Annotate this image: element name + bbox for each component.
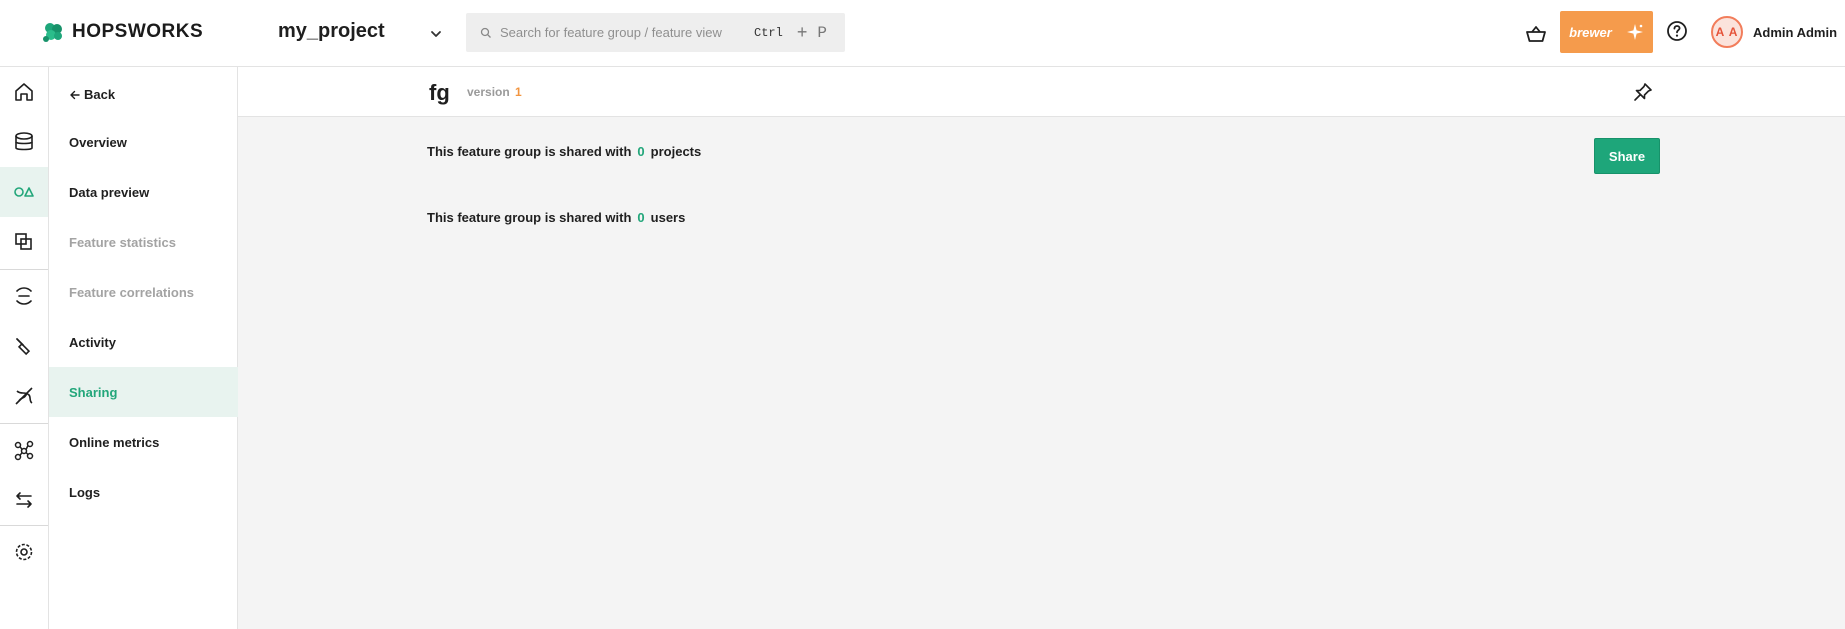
nav-item-sharing[interactable]: Sharing <box>49 367 238 417</box>
database-icon <box>15 132 33 151</box>
nav-item-feature-correlations: Feature correlations <box>69 284 194 300</box>
models-icon <box>15 387 33 405</box>
nav-item-activity[interactable]: Activity <box>49 317 238 367</box>
rail-feature-views[interactable] <box>0 217 48 267</box>
nav-item-data-preview[interactable]: Data preview <box>49 167 238 217</box>
hopsworks-logo-icon <box>43 23 62 42</box>
back-label: Back <box>84 87 116 102</box>
project-name[interactable]: my_project <box>278 20 385 43</box>
rail-feature-store[interactable] <box>0 167 48 217</box>
feature-views-icon <box>15 233 32 250</box>
projects-share-prefix: This feature group is shared with <box>427 144 632 159</box>
graph-icon <box>14 440 34 461</box>
main-content: fg version 1 This feature group is share… <box>238 67 1845 629</box>
pin-icon[interactable] <box>1632 81 1654 103</box>
version-label: version <box>467 85 510 99</box>
settings-icon <box>15 543 33 561</box>
user-name[interactable]: Admin Admin <box>1753 25 1837 40</box>
users-share-prefix: This feature group is shared with <box>427 210 632 225</box>
share-button[interactable]: Share <box>1594 138 1660 174</box>
projects-share-summary: This feature group is shared with 0 proj… <box>427 144 701 159</box>
shortcut-ctrl: Ctrl <box>754 25 783 40</box>
users-share-count: 0 <box>637 210 645 225</box>
nav-item-logs[interactable]: Logs <box>49 467 238 517</box>
search-input[interactable] <box>500 25 750 40</box>
nav-item-feature-statistics: Feature statistics <box>69 234 176 250</box>
chevron-down-icon[interactable] <box>426 24 446 44</box>
nav-item-overview[interactable]: Overview <box>49 117 238 167</box>
rail-settings[interactable] <box>0 527 48 577</box>
back-button[interactable]: Back <box>69 87 115 102</box>
tools-icon <box>16 338 31 356</box>
rail-tools[interactable] <box>0 321 48 371</box>
rail-home[interactable] <box>0 67 48 117</box>
logo-text: HOPSWORKS <box>72 21 204 42</box>
rail-graph[interactable] <box>0 425 48 475</box>
feature-store-icon <box>14 187 34 197</box>
rail-pipelines[interactable] <box>0 271 48 321</box>
users-share-suffix: users <box>650 210 686 225</box>
avatar[interactable]: A A <box>1711 16 1743 48</box>
basket-icon[interactable] <box>1525 24 1547 44</box>
home-icon <box>15 83 33 101</box>
rail-transfer[interactable] <box>0 475 48 525</box>
icon-rail <box>0 67 49 629</box>
transfer-icon <box>16 492 32 508</box>
feature-group-nav: Back Overview Data preview Feature stati… <box>49 67 238 629</box>
nav-item-online-metrics[interactable]: Online metrics <box>49 417 238 467</box>
help-icon[interactable] <box>1666 20 1688 42</box>
pipelines-icon <box>16 287 32 305</box>
search-icon <box>480 27 491 38</box>
users-share-summary: This feature group is shared with 0 user… <box>427 210 685 225</box>
feature-group-header: fg version 1 <box>238 67 1845 117</box>
projects-share-suffix: projects <box>650 144 702 159</box>
hopsworks-logo[interactable]: HOPSWORKS <box>40 19 203 45</box>
version-number[interactable]: 1 <box>515 85 522 99</box>
rail-models[interactable] <box>0 371 48 421</box>
rail-database[interactable] <box>0 117 48 167</box>
search-bar[interactable]: Ctrl + P <box>466 13 845 52</box>
top-bar: HOPSWORKS my_project Ctrl + P brewer A A… <box>0 0 1845 67</box>
feature-group-name: fg <box>429 80 450 105</box>
shortcut-plus: + <box>796 22 808 42</box>
brewer-label: brewer <box>1569 24 1612 40</box>
shortcut-key: P <box>817 23 827 42</box>
brewer-button[interactable]: brewer <box>1560 11 1653 53</box>
arrow-left-icon <box>70 90 80 99</box>
projects-share-count: 0 <box>637 144 645 159</box>
sparkle-icon <box>1626 24 1643 40</box>
